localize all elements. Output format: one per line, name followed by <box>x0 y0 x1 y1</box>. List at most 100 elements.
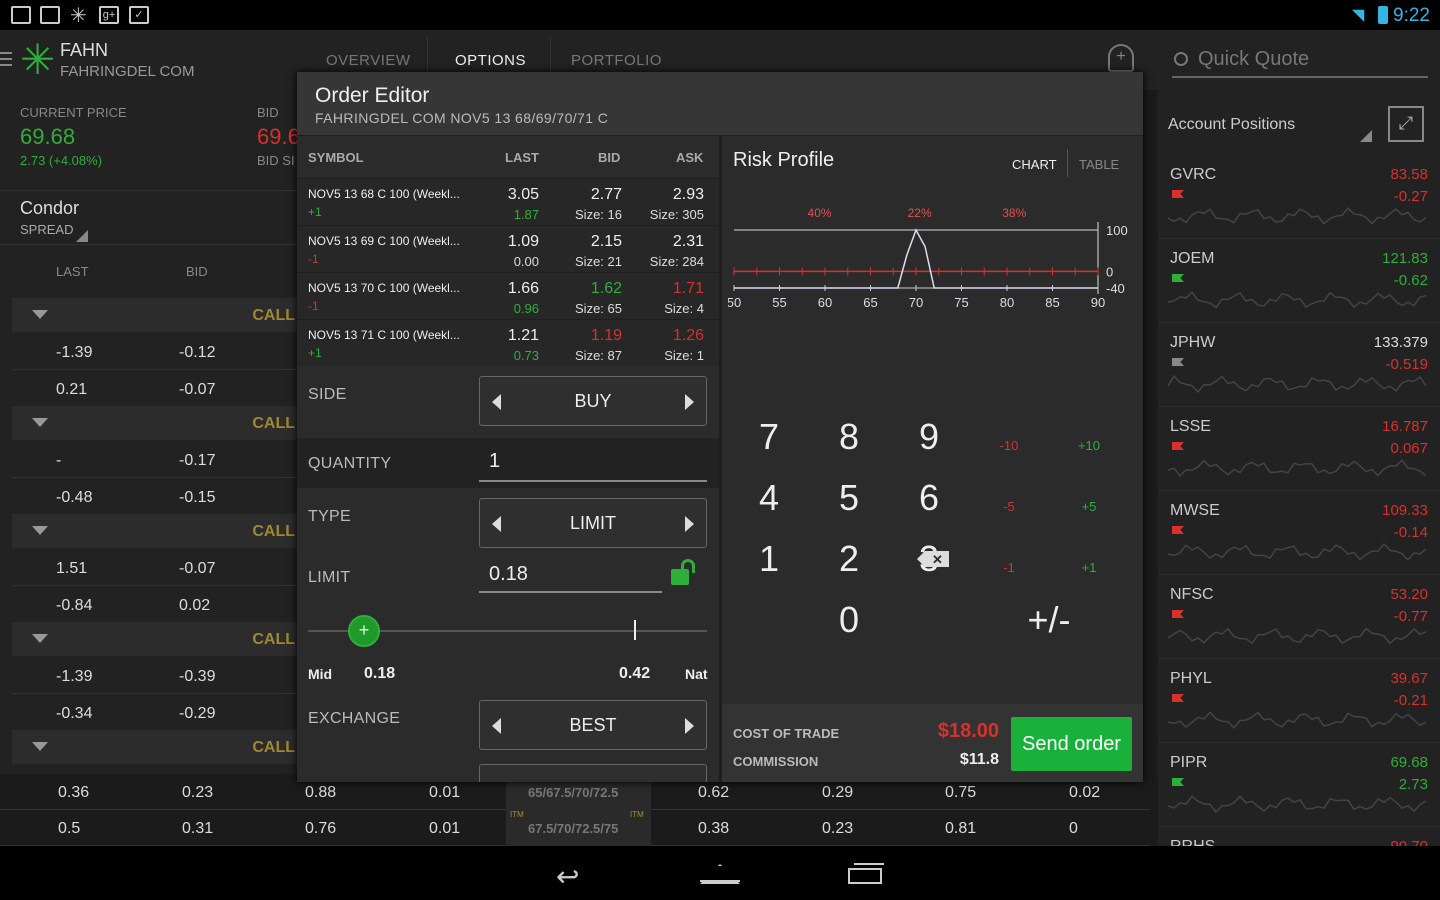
keypad-digit-2[interactable]: 2 <box>809 538 889 580</box>
y-tick-label: 100 <box>1106 223 1128 238</box>
step-button[interactable]: +10 <box>1049 438 1129 453</box>
arrow-left-icon[interactable] <box>492 516 501 532</box>
call-group-header[interactable]: CALL <box>12 406 297 440</box>
type-selector[interactable]: LIMIT <box>479 498 707 548</box>
leg-ask: 1.26 <box>672 327 704 344</box>
step-button[interactable]: -5 <box>969 499 1049 514</box>
limit-input[interactable]: 0.18 <box>479 563 662 593</box>
col-bid-header: BID <box>186 264 208 279</box>
back-icon[interactable]: ↩ <box>556 860 579 893</box>
call-group-header[interactable]: CALL <box>12 730 297 764</box>
position-row[interactable]: PIPR 69.68 2.73 <box>1158 744 1440 827</box>
chain-row[interactable]: -1.39 -0.39 <box>12 658 297 694</box>
keypad-digit-9[interactable]: 9 <box>889 416 969 458</box>
chain-row[interactable]: -0.48 -0.15 <box>12 479 297 515</box>
position-symbol: JPHW <box>1170 334 1216 351</box>
arrow-right-icon[interactable] <box>685 718 694 734</box>
step-button[interactable]: +5 <box>1049 499 1129 514</box>
strategy-name[interactable]: Condor <box>20 198 79 219</box>
keypad-digit-4[interactable]: 4 <box>729 477 809 519</box>
collapse-triangle-icon[interactable] <box>32 526 48 535</box>
side-row: SIDE BUY <box>297 366 719 427</box>
mail-icon <box>40 6 60 24</box>
chain-row[interactable]: -0.34 -0.29 <box>12 695 297 731</box>
limit-slider[interactable]: + Mid 0.18 0.42 Nat <box>297 610 719 690</box>
position-row[interactable]: GVRC 83.58 -0.27 <box>1158 156 1440 239</box>
position-row[interactable]: JOEM 121.83 -0.62 <box>1158 240 1440 323</box>
dropdown-corner-icon[interactable] <box>1360 130 1372 142</box>
call-label: CALL <box>252 631 295 648</box>
keypad-digit-0[interactable]: 0 <box>809 599 889 641</box>
x-tick-label: 70 <box>909 295 923 310</box>
alert-bell-icon[interactable]: + <box>1108 44 1134 72</box>
position-row[interactable]: LSSE 16.787 0.067 <box>1158 408 1440 491</box>
keypad-digit-1[interactable]: 1 <box>729 538 809 580</box>
arrow-left-icon[interactable] <box>492 394 501 410</box>
side-selector[interactable]: BUY <box>479 376 707 426</box>
next-selector[interactable] <box>479 764 707 782</box>
quantity-input[interactable]: 1 <box>479 448 707 482</box>
tab-table[interactable]: TABLE <box>1079 157 1119 172</box>
step-button[interactable]: +1 <box>1049 560 1129 575</box>
keypad-digit-6[interactable]: 6 <box>889 477 969 519</box>
sign-toggle-button[interactable]: +/- <box>1009 599 1089 641</box>
keypad-digit-7[interactable]: 7 <box>729 416 809 458</box>
leg-row[interactable]: NOV5 13 69 C 100 (Weekl... -1 1.09 0.00 2.15… <box>297 225 719 272</box>
collapse-triangle-icon[interactable] <box>32 634 48 643</box>
position-row[interactable]: PHYL 39.67 -0.21 <box>1158 660 1440 743</box>
call-group-header[interactable]: CALL <box>12 298 297 332</box>
dropdown-corner-icon[interactable] <box>76 230 88 242</box>
position-row[interactable]: JPHW 133.379 -0.519 <box>1158 324 1440 407</box>
call-label: CALL <box>252 523 295 540</box>
collapse-triangle-icon[interactable] <box>32 310 48 319</box>
menu-icon[interactable] <box>0 52 12 66</box>
leg-row[interactable]: NOV5 13 71 C 100 (Weekl... +1 1.21 0.73 1.19… <box>297 319 719 366</box>
tab-chart[interactable]: CHART <box>1012 157 1057 172</box>
bid-size-label: BID SI <box>257 153 295 168</box>
send-order-button[interactable]: Send order <box>1011 717 1132 771</box>
step-button[interactable]: -10 <box>969 438 1049 453</box>
step-button[interactable]: -1 <box>969 560 1049 575</box>
leg-row[interactable]: NOV5 13 68 C 100 (Weekl... +1 3.05 1.87 2.77… <box>297 178 719 225</box>
leg-quantity: +1 <box>308 205 322 219</box>
position-symbol: LSSE <box>1170 418 1211 435</box>
leg-name: NOV5 13 70 C 100 (Weekl... <box>308 281 460 295</box>
chain-row[interactable]: -1.39 -0.12 <box>12 334 297 370</box>
collapse-triangle-icon[interactable] <box>32 418 48 427</box>
probability-zone-label: 38% <box>1002 206 1026 220</box>
position-row[interactable]: MWSE 109.33 -0.14 <box>1158 492 1440 575</box>
leg-ask: 2.31 <box>672 233 704 250</box>
call-group-header[interactable]: CALL <box>12 622 297 656</box>
collapse-triangle-icon[interactable] <box>32 742 48 751</box>
tab-portfolio[interactable]: PORTFOLIO <box>571 52 662 69</box>
exchange-selector[interactable]: BEST <box>479 700 707 750</box>
chain-row[interactable]: -0.84 0.02 <box>12 587 297 623</box>
quick-quote-input[interactable]: Quick Quote <box>1172 48 1428 78</box>
expand-icon[interactable]: ⤢ <box>1388 106 1424 142</box>
leg-bid: 2.15 <box>590 233 622 250</box>
y-tick-label: 0 <box>1106 264 1113 279</box>
slider-thumb[interactable]: + <box>348 615 380 647</box>
order-form: SYMBOL LAST BID ASK NOV5 13 68 C 100 (We… <box>297 136 719 782</box>
arrow-left-icon[interactable] <box>492 718 501 734</box>
last-value: -0.48 <box>56 489 93 506</box>
c8-value: 0.02 <box>1069 784 1101 801</box>
leg-row[interactable]: NOV5 13 70 C 100 (Weekl... -1 1.66 0.96 1.62… <box>297 272 719 319</box>
risk-chart[interactable]: 50 55 60 65 70 75 80 85 90 100 0 -40 40% 22% 38% <box>728 184 1138 324</box>
keypad-digit-8[interactable]: 8 <box>809 416 889 458</box>
last-value: 1.51 <box>56 560 88 577</box>
call-group-header[interactable]: CALL <box>12 514 297 548</box>
arrow-right-icon[interactable] <box>685 394 694 410</box>
keypad-digit-5[interactable]: 5 <box>809 477 889 519</box>
recent-apps-icon[interactable] <box>848 868 882 884</box>
chain-row[interactable]: 0.21 -0.07 <box>12 371 297 407</box>
position-row[interactable]: NFSC 53.20 -0.77 <box>1158 576 1440 659</box>
chain-row[interactable]: - -0.17 <box>12 442 297 478</box>
chain-row[interactable]: 1.51 -0.07 <box>12 550 297 586</box>
tab-options[interactable]: OPTIONS <box>455 52 526 69</box>
tab-overview[interactable]: OVERVIEW <box>326 52 411 69</box>
chain-row[interactable]: 0.5 0.31 0.76 0.01 0.38 0.23 0.81 0 67.5/70/72.5… <box>0 810 1150 846</box>
leg-ask-size: Size: 4 <box>664 301 704 316</box>
arrow-right-icon[interactable] <box>685 516 694 532</box>
sparkline <box>1168 542 1427 562</box>
